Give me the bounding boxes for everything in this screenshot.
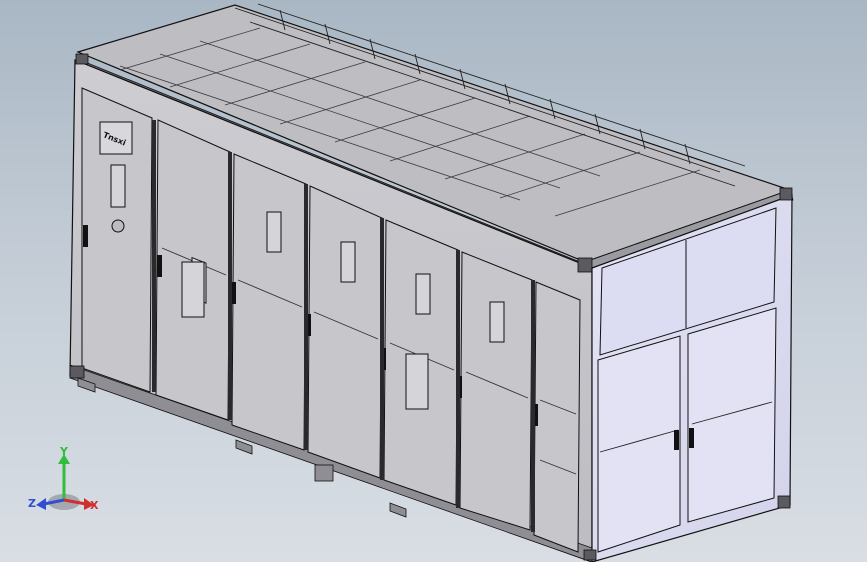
axis-triad: Y Z X xyxy=(22,440,112,520)
container-3d-model[interactable]: Tnsxi xyxy=(0,0,867,562)
cad-viewport[interactable]: Tnsxi Y Z X xyxy=(0,0,867,562)
y-axis-label: Y xyxy=(60,445,68,458)
end-door-handle-left xyxy=(674,430,679,450)
end-door-handle-right xyxy=(689,428,694,448)
z-axis-arrowhead xyxy=(36,498,46,510)
end-door-right xyxy=(687,307,777,523)
panel-label: Tnsxi xyxy=(99,121,133,155)
x-axis-label: X xyxy=(90,499,99,512)
circular-vent xyxy=(111,219,125,233)
end-door-left xyxy=(597,335,681,553)
z-axis-label: Z xyxy=(28,497,36,510)
